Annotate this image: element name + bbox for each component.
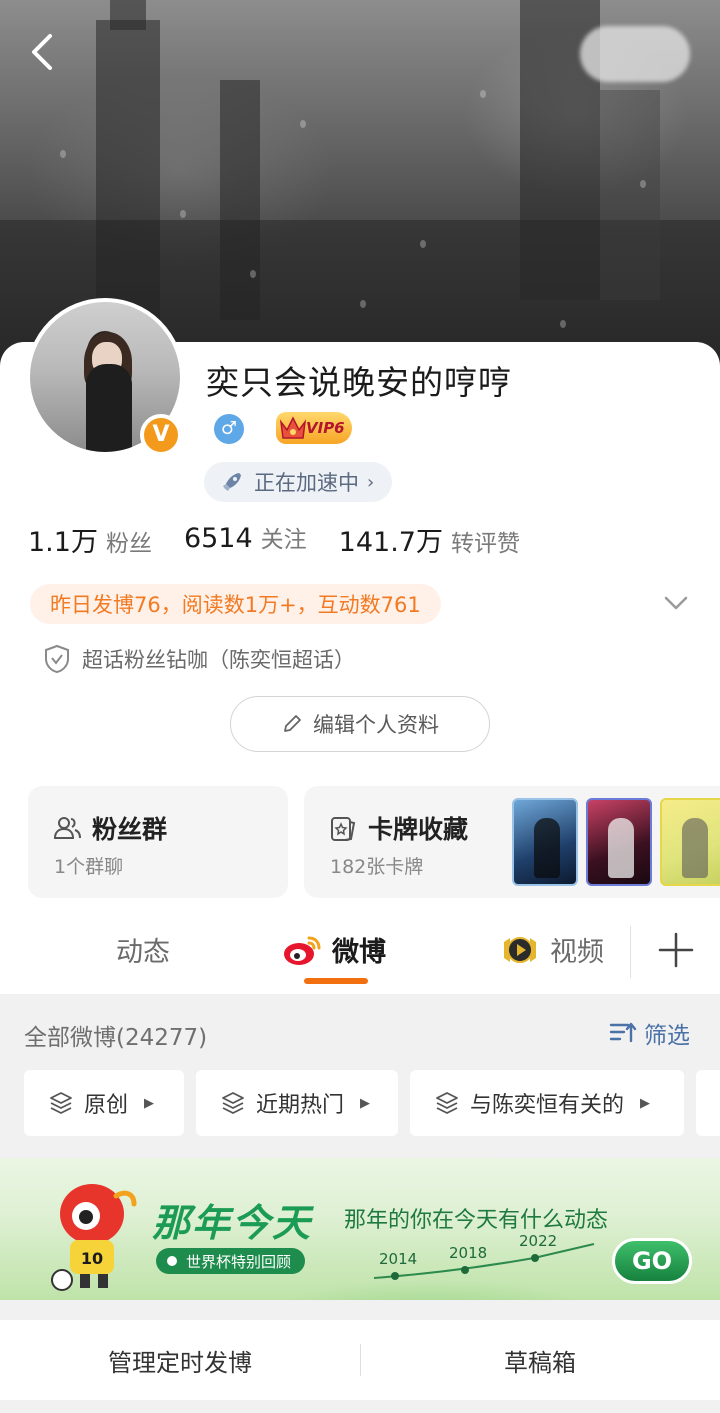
- male-gender-icon: ♂: [214, 414, 244, 444]
- edit-profile-label: 编辑个人资料: [313, 713, 439, 737]
- plus-icon[interactable]: [656, 930, 696, 970]
- triangle-right-icon: ▶: [360, 1095, 371, 1111]
- scheduled-posts-button[interactable]: 管理定时发博: [0, 1343, 360, 1378]
- card-collection-title: 卡牌收藏: [368, 815, 469, 844]
- stat-label: 关注: [260, 527, 307, 553]
- stat-label: 转评赞: [450, 531, 520, 557]
- mascot-icon: 10: [51, 1184, 137, 1291]
- chevron-right-icon: ›: [367, 471, 375, 493]
- tab-video[interactable]: 视频: [500, 930, 604, 969]
- chip-original[interactable]: 原创 ▶: [24, 1070, 184, 1136]
- timeline-year: 2014: [379, 1250, 418, 1268]
- drafts-button[interactable]: 草稿箱: [360, 1343, 720, 1378]
- layers-icon: [222, 1092, 244, 1114]
- shield-icon: [45, 644, 69, 674]
- chip-label: 原创: [84, 1093, 129, 1118]
- card-thumbnail[interactable]: [586, 798, 652, 886]
- tab-weibo[interactable]: 微博: [282, 930, 386, 969]
- tab-label: 微博: [332, 937, 386, 968]
- all-weibo-count: 全部微博(24277): [24, 1025, 208, 1051]
- layers-icon: [50, 1092, 72, 1114]
- mascot-jersey-number: 10: [81, 1249, 103, 1268]
- username: 奕只会说晚安的哼哼: [206, 363, 512, 402]
- stat-number: 6514: [183, 523, 253, 554]
- edit-profile-button[interactable]: 编辑个人资料: [230, 696, 490, 752]
- tab-label: 视频: [550, 937, 604, 968]
- super-topic-label: 超话粉丝钻咖（陈奕恒超话）: [82, 648, 355, 672]
- filter-label: 筛选: [644, 1023, 690, 1049]
- fans-group-tile[interactable]: 粉丝群 1个群聊: [28, 786, 288, 898]
- card-collection-subtitle: 182张卡牌: [330, 856, 424, 878]
- soccer-ball-icon: [164, 1253, 180, 1269]
- filter-button[interactable]: 筛选: [608, 1016, 690, 1050]
- stat-number: 141.7万: [338, 527, 443, 558]
- stat-followers[interactable]: 1.1万 粉丝: [28, 520, 152, 559]
- fans-group-subtitle: 1个群聊: [54, 856, 124, 878]
- chip-overflow[interactable]: [696, 1070, 720, 1136]
- promo-title: 那年今天: [152, 1201, 313, 1245]
- world-cup-badge: 世界杯特别回顾: [156, 1248, 306, 1274]
- year-timeline: 2014 2018 2022: [364, 1198, 604, 1288]
- triangle-right-icon: ▶: [640, 1095, 651, 1111]
- card-collection-icon: [331, 817, 356, 841]
- chip-recent-hot[interactable]: 近期热门 ▶: [196, 1070, 398, 1136]
- stat-number: 1.1万: [28, 527, 98, 558]
- fans-group-title: 粉丝群: [92, 815, 168, 844]
- tab-activity[interactable]: 动态: [116, 930, 170, 969]
- stat-label: 粉丝: [105, 531, 152, 557]
- timeline-year: 2018: [449, 1244, 488, 1262]
- video-play-icon: [504, 936, 536, 963]
- stat-likes[interactable]: 141.7万 转评赞: [339, 520, 520, 559]
- card-collection-tile[interactable]: 卡牌收藏 182张卡牌: [304, 786, 720, 898]
- world-cup-badge-label: 世界杯特别回顾: [186, 1252, 292, 1271]
- feed-area: 全部微博(24277) 筛选 原创 ▶ 近期热门 ▶ 与陈奕恒有关的 ▶ 10 …: [0, 994, 720, 1413]
- super-topic-row[interactable]: 超话粉丝钻咖（陈奕恒超话）: [44, 644, 355, 674]
- chip-label: 与陈奕恒有关的: [470, 1093, 625, 1118]
- vip-badge[interactable]: VIP6: [276, 412, 352, 444]
- stats-row: 1.1万 粉丝 6514 关注 141.7万 转评赞: [28, 520, 520, 559]
- group-icon: [53, 817, 81, 839]
- go-button[interactable]: GO: [612, 1238, 692, 1284]
- stat-following[interactable]: 6514 关注: [184, 520, 307, 559]
- bottom-divider: [360, 1344, 361, 1376]
- speed-label: 正在加速中: [254, 471, 359, 495]
- filter-icon: [609, 1022, 637, 1043]
- active-tab-indicator: [304, 978, 368, 984]
- crown-icon: [279, 416, 307, 439]
- timeline-year: 2022: [519, 1232, 558, 1250]
- on-this-day-banner[interactable]: 10 那年今天 那年的你在今天有什么动态 世界杯特别回顾 2014 2018 2…: [0, 1158, 720, 1300]
- tab-label: 动态: [116, 937, 170, 968]
- timeline-arrow: [373, 1243, 595, 1280]
- verified-badge: V: [140, 414, 182, 456]
- pencil-icon: [284, 715, 301, 732]
- rocket-icon: [223, 473, 241, 491]
- daily-summary-pill[interactable]: 昨日发博76，阅读数1万+，互动数761: [30, 584, 441, 624]
- back-arrow-icon[interactable]: [22, 30, 62, 74]
- card-thumbnail[interactable]: [660, 798, 720, 886]
- profile-tab-bar: 动态 微博 视频: [0, 912, 720, 994]
- chevron-down-icon[interactable]: [662, 592, 690, 614]
- speed-up-pill[interactable]: 正在加速中 ›: [204, 462, 393, 502]
- chip-label: 近期热门: [256, 1093, 345, 1118]
- chip-related[interactable]: 与陈奕恒有关的 ▶: [410, 1070, 684, 1136]
- tab-divider: [630, 926, 631, 978]
- layers-icon: [436, 1092, 458, 1114]
- weibo-logo-icon: [284, 936, 321, 965]
- blurred-header-actions[interactable]: [580, 26, 690, 82]
- vip-label: VIP6: [306, 419, 345, 437]
- bottom-action-bar: 管理定时发博 草稿箱: [0, 1320, 720, 1400]
- triangle-right-icon: ▶: [144, 1095, 155, 1111]
- card-thumbnail[interactable]: [512, 798, 578, 886]
